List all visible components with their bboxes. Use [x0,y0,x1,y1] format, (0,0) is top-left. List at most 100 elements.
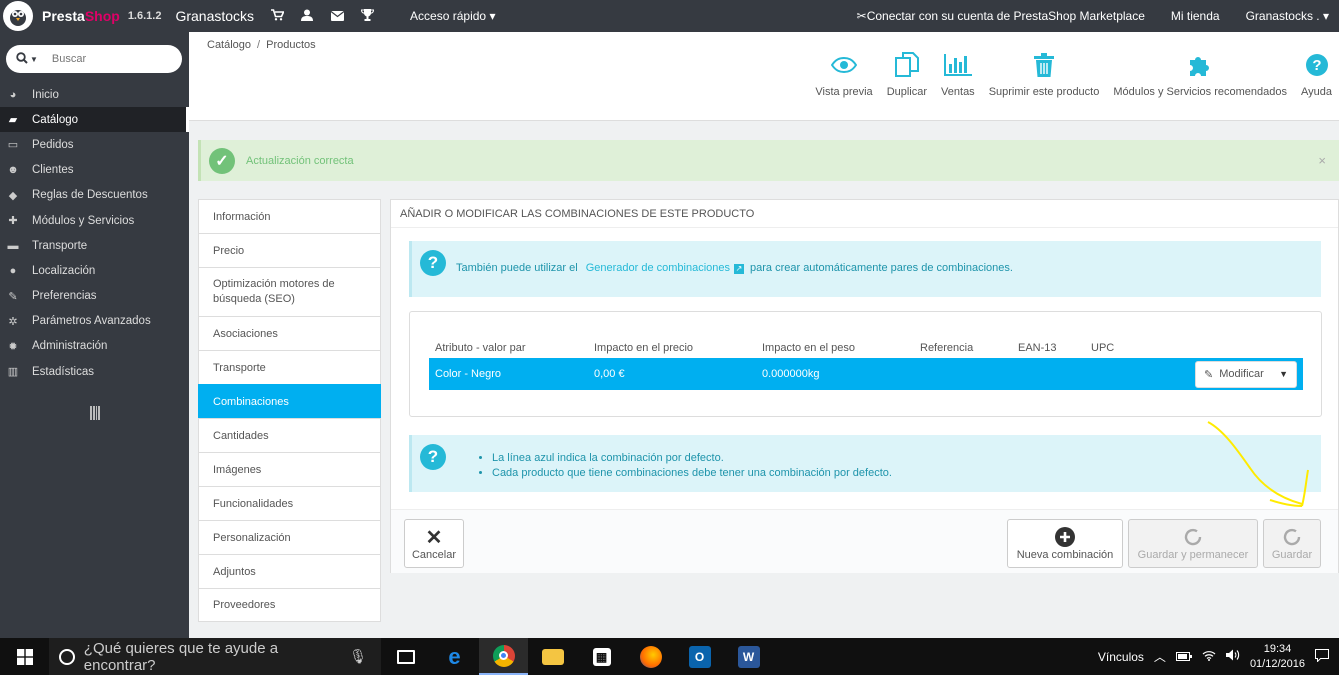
combinations-panel: Añadir o modificar las combinaciones de … [390,199,1339,573]
cortana-icon [59,648,75,665]
my-shop-link[interactable]: Mi tienda [1171,9,1220,23]
windows-start-button[interactable] [0,638,49,675]
prestashop-logo[interactable] [3,1,33,31]
sidebar-collapse-icon[interactable] [90,406,100,420]
column-header: UPC [1091,342,1115,354]
tab-precio[interactable]: Precio [198,233,381,267]
tab-combinaciones[interactable]: Combinaciones [198,384,381,418]
modify-label: Modificar [1219,368,1264,380]
cog-icon: ✹ [8,340,18,353]
new-combination-button[interactable]: Nueva combinación [1007,519,1123,568]
tab-informacion[interactable]: Información [198,199,381,233]
file-explorer-app[interactable] [528,638,577,675]
sidebar-item-label: Transporte [32,239,88,252]
sidebar-item-modulos[interactable]: ✚ Módulos y Servicios [0,208,189,233]
save-and-stay-button[interactable]: Guardar y permanecer [1128,519,1258,568]
recommended-modules-button[interactable]: Módulos y Servicios recomendados [1106,50,1294,98]
breadcrumb-productos[interactable]: Productos [266,39,316,51]
sidebar-item-inicio[interactable]: ◕ Inicio [0,82,189,107]
version-label: 1.6.1.2 [127,10,162,22]
tab-personalizacion[interactable]: Personalización [198,520,381,554]
wifi-icon[interactable] [1202,650,1216,664]
list-item: Cada producto que tiene combinaciones de… [492,466,892,481]
shop-name[interactable]: Granastocks [175,8,254,24]
tab-seo[interactable]: Optimización motores de búsqueda (SEO) [198,267,381,316]
cortana-placeholder: ¿Qué quieres que te ayude a encontrar? [83,639,279,674]
sidebar-item-estadisticas[interactable]: ▥ Estadísticas [0,359,189,384]
task-view-button[interactable] [381,638,430,675]
sidebar-item-preferencias[interactable]: ✎ Preferencias [0,284,189,309]
chevron-up-icon[interactable]: ︿ [1154,648,1166,665]
sidebar-item-label: Catálogo [32,113,79,126]
volume-icon[interactable] [1225,649,1240,664]
cart-icon[interactable] [270,8,285,24]
external-link-icon[interactable]: ↗ [734,264,744,274]
notifications-icon[interactable] [1315,648,1329,665]
sidebar-item-localizacion[interactable]: ● Localización [0,258,189,283]
search-input[interactable] [51,53,162,65]
marketplace-link[interactable]: ✂Conectar con su cuenta de PrestaShop Ma… [857,9,1145,23]
sidebar-item-clientes[interactable]: ☻ Clientes [0,158,189,183]
chrome-app[interactable] [479,638,528,675]
duplicate-button[interactable]: Duplicar [880,50,934,98]
user-icon[interactable] [300,9,314,24]
system-clock[interactable]: 19:34 01/12/2016 [1250,642,1305,672]
combinations-table: Atributo - valor par Impacto en el preci… [429,338,1303,390]
store-app[interactable]: ▦ [577,638,626,675]
help-icon: ? [420,444,446,470]
folder-icon [541,648,564,665]
quick-access-menu[interactable]: Acceso rápido ▾ [410,9,495,23]
firefox-app[interactable] [626,638,675,675]
breadcrumb-catalogo[interactable]: Catálogo [207,39,251,51]
search-icon[interactable] [16,51,28,67]
tab-asociaciones[interactable]: Asociaciones [198,316,381,350]
delete-product-button[interactable]: Suprimir este producto [982,50,1107,98]
user-menu[interactable]: Granastocks . ▾ [1246,9,1329,23]
sidebar-item-descuentos[interactable]: ◆ Reglas de Descuentos [0,183,189,208]
toolbar-label: Ayuda [1301,86,1332,98]
close-icon: ✕ [425,526,443,549]
tab-cantidades[interactable]: Cantidades [198,418,381,452]
tab-adjuntos[interactable]: Adjuntos [198,554,381,588]
brand-name[interactable]: PrestaShop [42,8,120,24]
preview-button[interactable]: Vista previa [808,50,879,98]
tags-icon: ◆ [8,189,18,202]
tab-funcionalidades[interactable]: Funcionalidades [198,486,381,520]
brand-part2: Shop [84,8,120,24]
tab-proveedores[interactable]: Proveedores [198,588,381,622]
word-app[interactable]: W [724,638,773,675]
edge-app[interactable]: e [430,638,479,675]
pencil-icon: ✎ [1204,368,1214,381]
sidebar-item-administracion[interactable]: ✹ Administración [0,334,189,359]
help-button[interactable]: ? Ayuda [1294,50,1339,98]
sidebar-item-pedidos[interactable]: ▭ Pedidos [0,132,189,157]
envelope-icon[interactable] [330,9,344,24]
microphone-icon[interactable]: 🎙 [349,648,367,665]
save-button[interactable]: Guardar [1263,519,1321,568]
battery-icon[interactable] [1175,650,1192,664]
caret-down-icon[interactable]: ▼ [1279,369,1288,379]
table-row[interactable]: Color - Negro 0,00 € 0.000000kg ✎ Modifi… [429,358,1303,390]
bar-chart-icon [943,50,972,80]
sidebar-item-parametros[interactable]: ✲ Parámetros Avanzados [0,309,189,334]
save-label: Guardar [1271,548,1313,561]
sidebar-item-catalogo[interactable]: ▰ Catálogo [0,107,189,133]
modify-combination-button[interactable]: ✎ Modificar ▼ [1195,360,1297,388]
combination-generator-link[interactable]: Generador de combinaciones [586,262,730,274]
sales-button[interactable]: Ventas [934,50,982,98]
cancel-button[interactable]: ✕ Cancelar [404,519,464,568]
alert-close-button[interactable]: × [1318,153,1326,168]
outlook-app[interactable]: O [675,638,724,675]
topbar-right: ✂Conectar con su cuenta de PrestaShop Ma… [857,9,1329,23]
sidebar-item-transporte[interactable]: ▬ Transporte [0,233,189,258]
trophy-icon[interactable] [360,8,374,24]
user-name: Granastocks . [1245,9,1320,23]
tab-imagenes[interactable]: Imágenes [198,452,381,486]
tab-transporte[interactable]: Transporte [198,350,381,384]
list-item: La línea azul indica la combinación por … [492,451,892,466]
prestashop-admin: PrestaShop 1.6.1.2 Granastocks Acceso rá… [0,0,1339,675]
links-toolbar[interactable]: Vínculos [1098,650,1144,664]
search-scope-caret-icon[interactable]: ▼ [30,55,38,64]
cortana-search[interactable]: ¿Qué quieres que te ayude a encontrar? 🎙 [49,638,381,675]
toolbar-label: Ventas [941,86,975,98]
